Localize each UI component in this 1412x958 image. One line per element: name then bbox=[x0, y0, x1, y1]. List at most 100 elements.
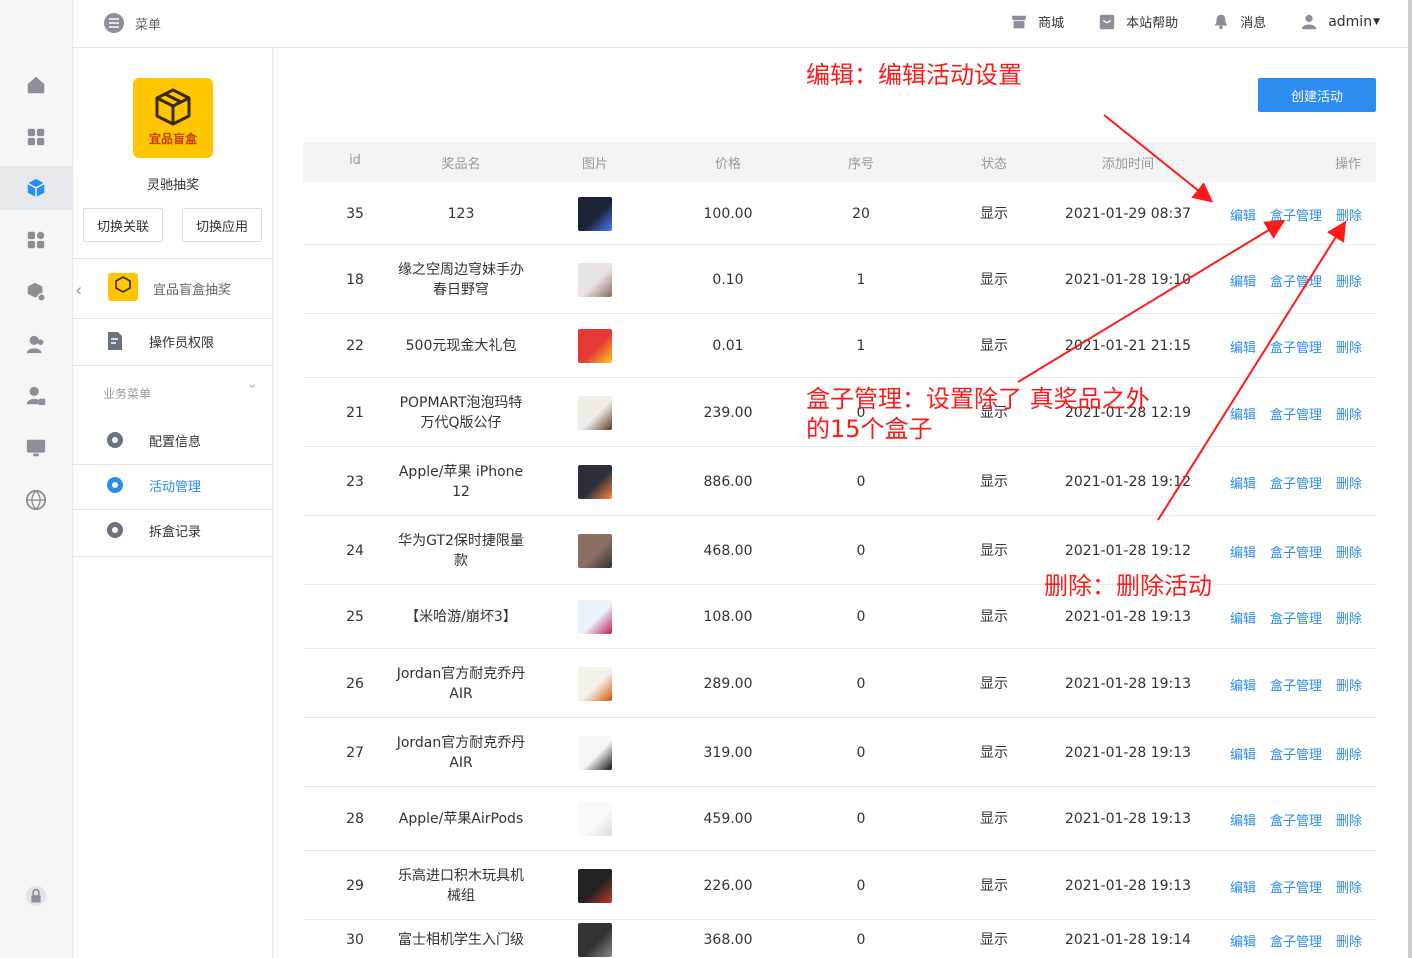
prize-image bbox=[578, 262, 612, 297]
rail-widgets-icon[interactable] bbox=[0, 218, 72, 262]
rail-apps-icon[interactable] bbox=[0, 115, 72, 159]
cell-time: 2021-01-28 19:13 bbox=[1064, 675, 1192, 692]
box-manage-link[interactable]: 盒子管理 bbox=[1270, 404, 1322, 423]
gear-icon bbox=[107, 477, 123, 493]
create-activity-button[interactable]: 创建活动 bbox=[1258, 78, 1376, 112]
messages-link[interactable]: 消息 bbox=[1212, 12, 1266, 31]
cell-price: 0.10 bbox=[712, 271, 744, 288]
scrollbar[interactable] bbox=[1408, 0, 1412, 958]
help-link[interactable]: 本站帮助 bbox=[1098, 12, 1178, 31]
box-manage-link[interactable]: 盒子管理 bbox=[1270, 675, 1322, 694]
cell-status: 显示 bbox=[980, 205, 1008, 222]
mall-link[interactable]: 商城 bbox=[1010, 12, 1064, 31]
cell-name: 缘之空周边穹妹手办 春日野穹 bbox=[398, 261, 524, 298]
cell-seq: 0 bbox=[856, 609, 866, 625]
edit-link[interactable]: 编辑 bbox=[1230, 810, 1256, 829]
mini-app-logo bbox=[108, 273, 138, 301]
col-name: 奖品名 bbox=[441, 157, 481, 172]
box-manage-link[interactable]: 盒子管理 bbox=[1270, 744, 1322, 763]
edit-link[interactable]: 编辑 bbox=[1230, 675, 1256, 694]
delete-link[interactable]: 删除 bbox=[1336, 271, 1362, 290]
menu-activity-label: 活动管理 bbox=[149, 480, 202, 495]
edit-link[interactable]: 编辑 bbox=[1230, 473, 1256, 492]
delete-link[interactable]: 删除 bbox=[1336, 608, 1362, 627]
edit-link[interactable]: 编辑 bbox=[1230, 931, 1256, 950]
rail-lock-icon[interactable] bbox=[0, 874, 72, 918]
menu-label: 菜单 bbox=[135, 17, 162, 33]
avatar-icon bbox=[1302, 14, 1317, 29]
box-logo-icon bbox=[155, 88, 191, 126]
delete-link[interactable]: 删除 bbox=[1336, 744, 1362, 763]
app-sidebar: 宜品盲盒 灵驰抽奖 切换关联 切换应用 ‹ 宜品盲盒抽奖 操作员权限 业务菜单 … bbox=[73, 48, 273, 958]
row-actions: 编辑 盒子管理 删除 bbox=[1230, 931, 1362, 950]
current-app[interactable]: ‹ 宜品盲盒抽奖 bbox=[73, 258, 272, 318]
delete-link[interactable]: 删除 bbox=[1336, 931, 1362, 950]
menu-operator-permissions[interactable]: 操作员权限 bbox=[73, 319, 272, 363]
user-menu[interactable]: admin ▼ bbox=[1300, 13, 1380, 31]
rail-monitor-icon[interactable] bbox=[0, 426, 72, 470]
rail-cube-icon[interactable] bbox=[0, 166, 72, 210]
edit-link[interactable]: 编辑 bbox=[1230, 608, 1256, 627]
box-manage-link[interactable]: 盒子管理 bbox=[1270, 205, 1322, 224]
gear-icon bbox=[107, 522, 123, 538]
menu-unbox-records[interactable]: 拆盒记录 bbox=[73, 508, 272, 552]
cell-time: 2021-01-28 19:13 bbox=[1064, 609, 1192, 625]
cell-time: 2021-01-28 19:13 bbox=[1064, 811, 1192, 827]
rail-users-icon[interactable] bbox=[0, 322, 72, 366]
menu-activity-management[interactable]: 活动管理 bbox=[73, 463, 272, 507]
prize-image bbox=[578, 196, 612, 231]
prize-image bbox=[578, 868, 612, 903]
delete-link[interactable]: 删除 bbox=[1336, 810, 1362, 829]
table-row: 22 500元现金大礼包 0.01 1 显示 2021-01-21 21:15 编辑 盒子管理… bbox=[303, 314, 1376, 378]
switch-link-button[interactable]: 切换关联 bbox=[83, 208, 163, 242]
delete-link[interactable]: 删除 bbox=[1336, 542, 1362, 561]
box-manage-link[interactable]: 盒子管理 bbox=[1270, 271, 1322, 290]
cell-time: 2021-01-28 19:14 bbox=[1064, 932, 1192, 948]
delete-link[interactable]: 删除 bbox=[1336, 404, 1362, 423]
edit-link[interactable]: 编辑 bbox=[1230, 337, 1256, 356]
rail-home-icon[interactable] bbox=[0, 63, 72, 107]
delete-link[interactable]: 删除 bbox=[1336, 675, 1362, 694]
app-logo: 宜品盲盒 bbox=[133, 78, 213, 158]
rail-globe-icon[interactable] bbox=[0, 478, 72, 522]
cell-seq: 1 bbox=[856, 338, 866, 354]
chevron-down-icon[interactable]: › bbox=[244, 383, 260, 389]
edit-link[interactable]: 编辑 bbox=[1230, 877, 1256, 896]
prize-image bbox=[578, 666, 612, 701]
edit-link[interactable]: 编辑 bbox=[1230, 271, 1256, 290]
edit-link[interactable]: 编辑 bbox=[1230, 542, 1256, 561]
menu-toggle[interactable]: 菜单 bbox=[103, 12, 161, 34]
col-time: 添加时间 bbox=[1101, 157, 1154, 172]
box-manage-link[interactable]: 盒子管理 bbox=[1270, 608, 1322, 627]
current-app-name: 宜品盲盒抽奖 bbox=[153, 283, 232, 298]
username: admin bbox=[1328, 13, 1373, 30]
switch-app-button[interactable]: 切换应用 bbox=[182, 208, 262, 242]
edit-link[interactable]: 编辑 bbox=[1230, 744, 1256, 763]
cell-seq: 0 bbox=[856, 542, 866, 559]
delete-link[interactable]: 删除 bbox=[1336, 473, 1362, 492]
cell-status: 显示 bbox=[980, 338, 1008, 354]
box-manage-link[interactable]: 盒子管理 bbox=[1270, 931, 1322, 950]
chevron-left-icon[interactable]: ‹ bbox=[75, 280, 82, 301]
cell-price: 108.00 bbox=[703, 609, 753, 625]
edit-link[interactable]: 编辑 bbox=[1230, 205, 1256, 224]
delete-link[interactable]: 删除 bbox=[1336, 877, 1362, 896]
box-manage-link[interactable]: 盒子管理 bbox=[1270, 542, 1322, 561]
rail-user-lock-icon[interactable] bbox=[0, 374, 72, 418]
delete-link[interactable]: 删除 bbox=[1336, 205, 1362, 224]
rail-box-settings-icon[interactable] bbox=[0, 270, 72, 314]
box-manage-link[interactable]: 盒子管理 bbox=[1270, 877, 1322, 896]
gear-icon bbox=[107, 432, 123, 448]
cell-status: 显示 bbox=[980, 744, 1008, 761]
menu-config-info[interactable]: 配置信息 bbox=[73, 418, 272, 462]
cell-name: 乐高进口积木玩具机 械组 bbox=[398, 867, 524, 904]
edit-link[interactable]: 编辑 bbox=[1230, 404, 1256, 423]
cell-seq: 0 bbox=[856, 744, 866, 761]
box-manage-link[interactable]: 盒子管理 bbox=[1270, 337, 1322, 356]
box-manage-link[interactable]: 盒子管理 bbox=[1270, 473, 1322, 492]
delete-link[interactable]: 删除 bbox=[1336, 337, 1362, 356]
caret-down-icon: ▼ bbox=[1373, 16, 1380, 27]
table-row: 23 Apple/苹果 iPhone 12 886.00 0 显示 2021-01-28 … bbox=[303, 447, 1376, 516]
box-manage-link[interactable]: 盒子管理 bbox=[1270, 810, 1322, 829]
row-actions: 编辑 盒子管理 删除 bbox=[1230, 473, 1362, 492]
